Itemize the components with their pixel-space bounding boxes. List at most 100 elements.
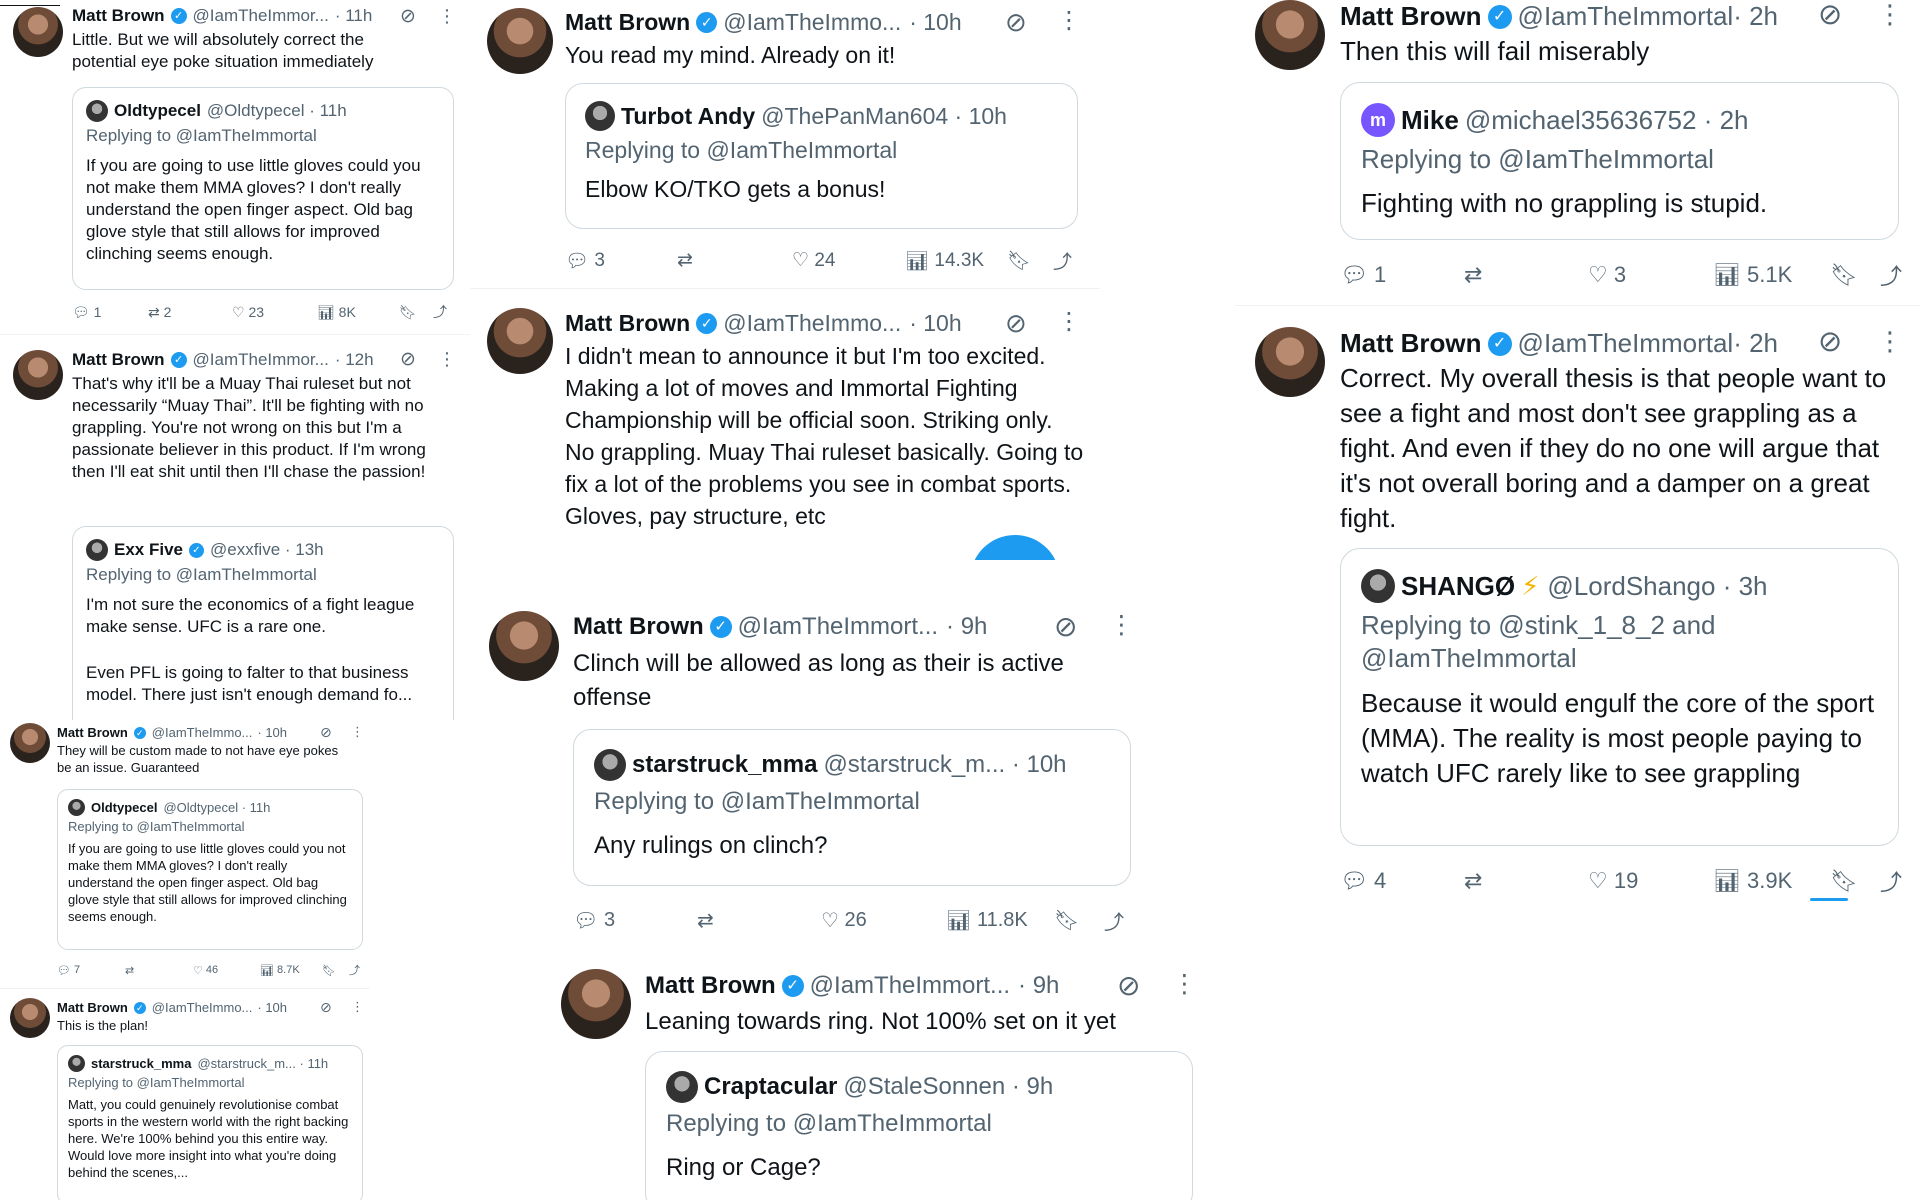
- timestamp[interactable]: · 10h: [909, 9, 961, 36]
- grok-icon[interactable]: ⊘: [320, 1000, 332, 1014]
- author-name[interactable]: Matt Brown: [57, 725, 128, 740]
- share-icon[interactable]: ⤴: [1880, 259, 1902, 291]
- more-icon[interactable]: ⋮: [1109, 613, 1134, 638]
- grok-icon[interactable]: ⊘: [1005, 9, 1027, 35]
- like-button[interactable]: ♡ 24: [792, 249, 905, 272]
- avatar[interactable]: [13, 7, 63, 57]
- author-name[interactable]: Matt Brown: [57, 1000, 128, 1015]
- views-button[interactable]: 📊︎ 3.9K: [1713, 868, 1830, 894]
- author-handle[interactable]: @IamTheImmortal: [1518, 328, 1734, 359]
- share-icon[interactable]: ⤴: [349, 962, 360, 978]
- timestamp[interactable]: · 2h: [1733, 328, 1778, 359]
- scroll-to-top-button[interactable]: [970, 535, 1060, 560]
- quoted-tweet[interactable]: Craptacular @StaleSonnen · 9h Replying to…: [645, 1051, 1193, 1200]
- retweet-button[interactable]: ⇄: [1464, 868, 1588, 894]
- avatar[interactable]: [1255, 327, 1325, 397]
- grok-icon[interactable]: ⊘: [1005, 310, 1027, 336]
- share-icon[interactable]: ⤴: [433, 302, 447, 322]
- quoted-tweet[interactable]: starstruck_mma @starstruck_m... · 11h Rep…: [57, 1045, 363, 1200]
- reply-button[interactable]: 💬︎ 1: [1340, 262, 1464, 288]
- more-icon[interactable]: ⋮: [438, 7, 456, 25]
- like-button[interactable]: ♡ 3: [1588, 262, 1713, 288]
- bookmark-icon[interactable]: 🔖︎: [322, 964, 349, 977]
- like-button[interactable]: ♡ 26: [821, 908, 946, 933]
- quoted-tweet[interactable]: Oldtypecel @Oldtypecel · 11h Replying to …: [57, 789, 363, 950]
- timestamp[interactable]: · 2h: [1733, 1, 1778, 32]
- views-button[interactable]: 📊︎ 8K: [317, 304, 399, 321]
- grok-icon[interactable]: ⊘: [320, 725, 332, 739]
- more-icon[interactable]: ⋮: [1057, 9, 1081, 33]
- author-name[interactable]: Matt Brown: [72, 350, 165, 370]
- reply-button[interactable]: 💬︎ 3: [565, 249, 677, 273]
- quoted-tweet[interactable]: Exx Five ✓ @exxfive · 13h Replying to @Iam…: [72, 526, 454, 720]
- bookmark-icon[interactable]: 🔖︎: [1830, 868, 1880, 894]
- more-icon[interactable]: ⋮: [1877, 328, 1903, 354]
- author-handle[interactable]: @IamTheImmort...: [810, 972, 1010, 1000]
- avatar[interactable]: [487, 308, 553, 374]
- author-name[interactable]: Matt Brown: [1340, 1, 1482, 32]
- author-name[interactable]: Matt Brown: [565, 310, 690, 337]
- reply-button[interactable]: 💬︎ 4: [1340, 868, 1464, 894]
- reply-button[interactable]: 💬︎ 7: [57, 964, 125, 977]
- avatar[interactable]: [489, 611, 559, 681]
- author-handle[interactable]: @IamTheImmo...: [152, 725, 253, 740]
- timestamp[interactable]: · 10h: [909, 310, 961, 337]
- grok-icon[interactable]: ⊘: [1818, 1, 1842, 30]
- views-button[interactable]: 📊︎ 5.1K: [1713, 262, 1830, 288]
- timestamp[interactable]: · 10h: [257, 1000, 287, 1015]
- bookmark-icon[interactable]: 🔖︎: [1007, 249, 1053, 273]
- reply-button[interactable]: 💬︎ 3: [573, 908, 697, 933]
- retweet-button[interactable]: ⇄: [697, 908, 821, 933]
- grok-icon[interactable]: ⊘: [400, 7, 416, 26]
- share-icon[interactable]: ⤴: [1053, 247, 1072, 274]
- retweet-button[interactable]: ⇄: [1464, 262, 1588, 288]
- like-button[interactable]: ♡ 19: [1588, 868, 1713, 894]
- quoted-tweet[interactable]: Oldtypecel @Oldtypecel · 11h Replying to …: [72, 87, 454, 290]
- more-icon[interactable]: ⋮: [1172, 972, 1197, 997]
- views-button[interactable]: 📊︎ 11.8K: [946, 908, 1054, 933]
- grok-icon[interactable]: ⊘: [1818, 328, 1842, 357]
- avatar[interactable]: [1255, 0, 1325, 70]
- more-icon[interactable]: ⋮: [1057, 310, 1081, 334]
- more-icon[interactable]: ⋮: [351, 1000, 364, 1013]
- author-handle[interactable]: @IamTheImmor...: [193, 6, 329, 26]
- timestamp[interactable]: · 9h: [946, 613, 987, 641]
- quoted-tweet[interactable]: SHANGØ ⚡ @LordShango · 3h Replying to @sti…: [1340, 548, 1899, 846]
- more-icon[interactable]: ⋮: [351, 725, 364, 738]
- share-icon[interactable]: ⤴: [1880, 865, 1902, 897]
- quoted-tweet[interactable]: m Mike @michael35636752 · 2h Replying to @…: [1340, 82, 1899, 240]
- bookmark-icon[interactable]: 🔖︎: [1054, 908, 1104, 933]
- author-handle[interactable]: @IamTheImmortal: [1518, 1, 1734, 32]
- like-button[interactable]: ♡ 23: [232, 304, 317, 321]
- quoted-tweet[interactable]: Turbot Andy @ThePanMan604 · 10h Replying …: [565, 83, 1078, 229]
- author-name[interactable]: Matt Brown: [573, 613, 704, 641]
- author-name[interactable]: Matt Brown: [645, 972, 776, 1000]
- grok-icon[interactable]: ⊘: [1117, 972, 1140, 1000]
- share-icon[interactable]: ⤴: [1104, 906, 1124, 935]
- timestamp[interactable]: · 9h: [1018, 972, 1059, 1000]
- retweet-button[interactable]: ⇄: [677, 249, 792, 272]
- avatar[interactable]: [561, 969, 631, 1039]
- views-button[interactable]: 📊︎ 8.7K: [260, 964, 322, 977]
- views-button[interactable]: 📊︎ 14.3K: [905, 249, 1007, 273]
- quoted-tweet[interactable]: starstruck_mma @starstruck_m... · 10h Rep…: [573, 729, 1131, 886]
- author-handle[interactable]: @IamTheImmo...: [723, 9, 901, 36]
- author-name[interactable]: Matt Brown: [72, 6, 165, 26]
- bookmark-icon[interactable]: 🔖︎: [1830, 262, 1880, 288]
- timestamp[interactable]: · 10h: [257, 725, 287, 740]
- avatar[interactable]: [487, 8, 553, 74]
- like-button[interactable]: ♡ 46: [193, 964, 260, 977]
- grok-icon[interactable]: ⊘: [400, 350, 416, 369]
- timestamp[interactable]: · 12h: [335, 350, 374, 370]
- retweet-button[interactable]: ⇄ 2: [148, 304, 232, 321]
- author-handle[interactable]: @IamTheImmo...: [723, 310, 901, 337]
- avatar[interactable]: [10, 998, 50, 1038]
- reply-button[interactable]: 💬︎ 1: [72, 304, 148, 321]
- timestamp[interactable]: · 11h: [335, 6, 373, 26]
- bookmark-icon[interactable]: 🔖︎: [399, 304, 433, 321]
- author-handle[interactable]: @IamTheImmor...: [193, 350, 329, 370]
- author-name[interactable]: Matt Brown: [1340, 328, 1482, 359]
- avatar[interactable]: [10, 723, 50, 763]
- author-name[interactable]: Matt Brown: [565, 9, 690, 36]
- more-icon[interactable]: ⋮: [438, 350, 456, 368]
